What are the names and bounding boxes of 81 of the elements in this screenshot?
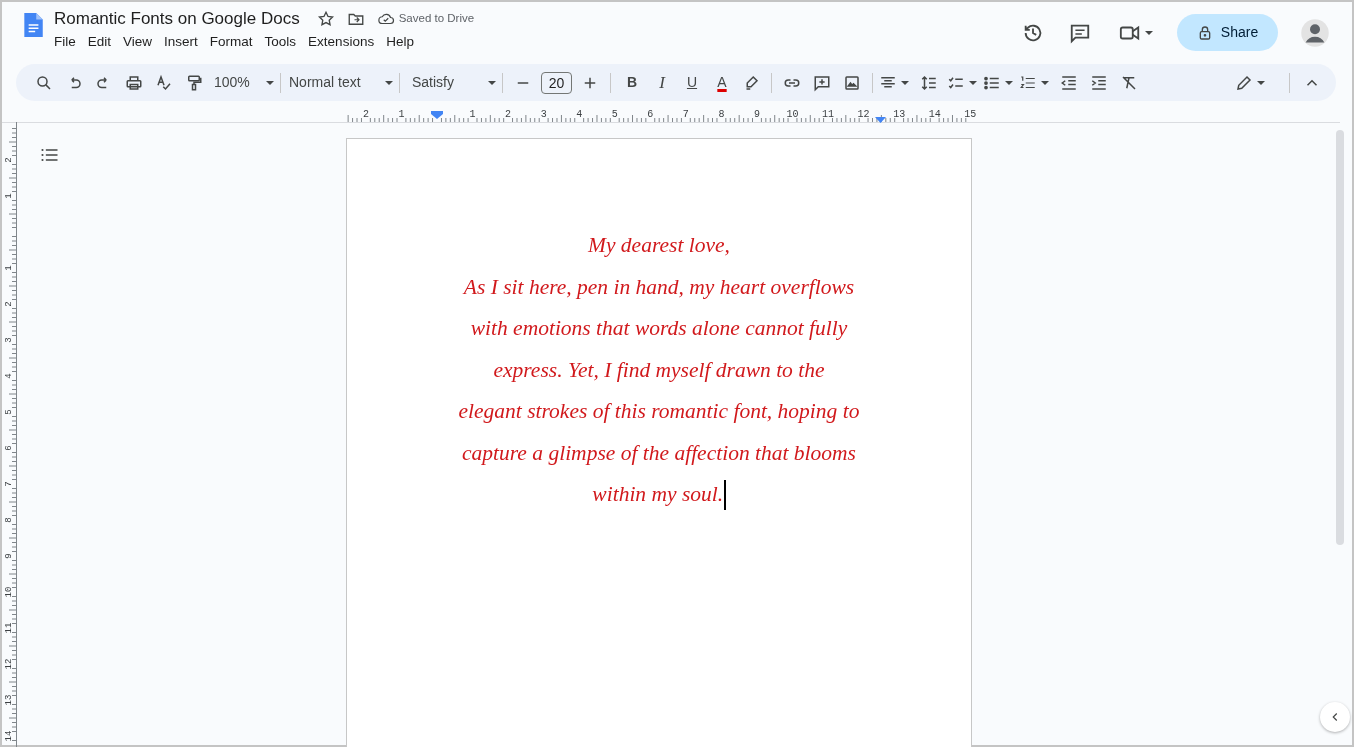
ruler-number: 7 [682,109,689,120]
text-line: My dearest love, [588,232,730,259]
right-margin-marker-icon[interactable] [875,117,886,123]
scrollbar-thumb[interactable] [1336,130,1344,545]
ruler-number: 8 [718,109,725,120]
ruler-number: 3 [540,109,547,120]
zoom-dropdown[interactable]: 100% [214,68,274,97]
text-color-button[interactable]: A [707,68,737,97]
avatar-icon[interactable] [1300,17,1330,48]
ruler-number: 10 [4,586,14,598]
decrease-indent-icon[interactable] [1060,73,1078,92]
italic-button[interactable]: I [647,68,677,97]
image-icon[interactable] [843,73,861,92]
print-icon[interactable] [125,73,143,92]
caret-icon[interactable] [901,80,909,85]
menu-item[interactable]: Help [380,31,420,54]
bold-button[interactable]: B [617,68,647,97]
font-size-field[interactable]: 20 [541,71,572,94]
text-line: As I sit here, pen in hand, my heart overflows [463,273,855,301]
caret-icon[interactable] [969,80,977,85]
ruler-number: 12 [857,109,870,120]
underline-button[interactable]: U [677,68,707,97]
increase-indent-icon[interactable] [1090,73,1108,92]
ruler-number: 6 [647,109,654,120]
ruler-number: 4 [4,373,14,379]
ruler-number: 9 [4,553,14,559]
ruler-number: 1 [4,265,14,271]
paragraph-style-dropdown[interactable]: Normal text [289,68,393,97]
text-line: express. Yet, I find myself drawn to the [493,356,825,384]
ruler-number: 13 [4,694,14,706]
ruler-number: 2 [362,109,369,120]
ruler-number: 10 [786,109,799,120]
ruler-number: 15 [964,109,977,120]
caret-icon[interactable] [1041,80,1049,85]
font-dropdown[interactable]: Satisfy [412,68,496,97]
save-status: Saved to Drive [398,11,475,27]
menu-item[interactable]: Extensions [302,31,381,54]
ruler-number: 5 [611,109,618,120]
ruler-number: 2 [505,109,512,120]
text-line: within my soul. [592,481,724,508]
menu-item[interactable]: File [48,31,82,54]
ruler-number: 13 [893,109,906,120]
menu-item[interactable]: Insert [158,31,204,54]
menu-item[interactable]: View [117,31,159,54]
ruler-number: 11 [4,622,14,634]
ruler-number: 1 [4,193,14,199]
ruler-number: 12 [4,658,14,670]
caret-icon[interactable] [1145,30,1153,35]
menu-item[interactable]: Format [203,31,259,54]
paint-format-icon[interactable] [185,73,203,92]
ruler-number: 14 [928,109,941,120]
ruler-number: 6 [4,445,14,451]
text-line: capture a glimpse of the affection that blooms [462,439,856,467]
caret-icon[interactable] [1005,80,1013,85]
text-line: with emotions that words alone cannot fully [470,315,848,342]
menu-item[interactable]: Tools [258,31,303,54]
spellcheck-icon[interactable] [155,73,173,92]
ruler-number: 9 [753,109,760,120]
ruler-number: 11 [822,109,835,120]
line-spacing-icon[interactable] [920,73,938,92]
ruler-number: 1 [398,109,405,120]
ruler-number: 8 [4,517,14,523]
ruler-number: 5 [4,409,14,415]
add-comment-icon[interactable] [813,73,831,92]
menu-item[interactable]: Edit [81,31,118,54]
ruler-number: 7 [4,481,14,487]
ruler-number: 3 [4,337,14,343]
ruler-number: 2 [4,301,14,307]
caret-icon[interactable] [1257,80,1265,85]
star-icon[interactable] [316,10,335,28]
text-line: elegant strokes of this romantic font, hoping to [458,398,860,425]
ruler-number: 14 [4,730,14,742]
indent-marker-icon[interactable] [431,111,443,119]
ruler-number: 4 [576,109,583,120]
share-button[interactable]: Share [1177,14,1278,51]
document-title[interactable]: Romantic Fonts on Google Docs [54,8,300,30]
clear-formatting-icon[interactable] [1120,73,1138,92]
ruler-number: 1 [469,109,476,120]
ruler-number: 2 [4,157,14,163]
search-icon[interactable] [35,73,53,92]
pencil-icon[interactable] [1235,73,1253,92]
